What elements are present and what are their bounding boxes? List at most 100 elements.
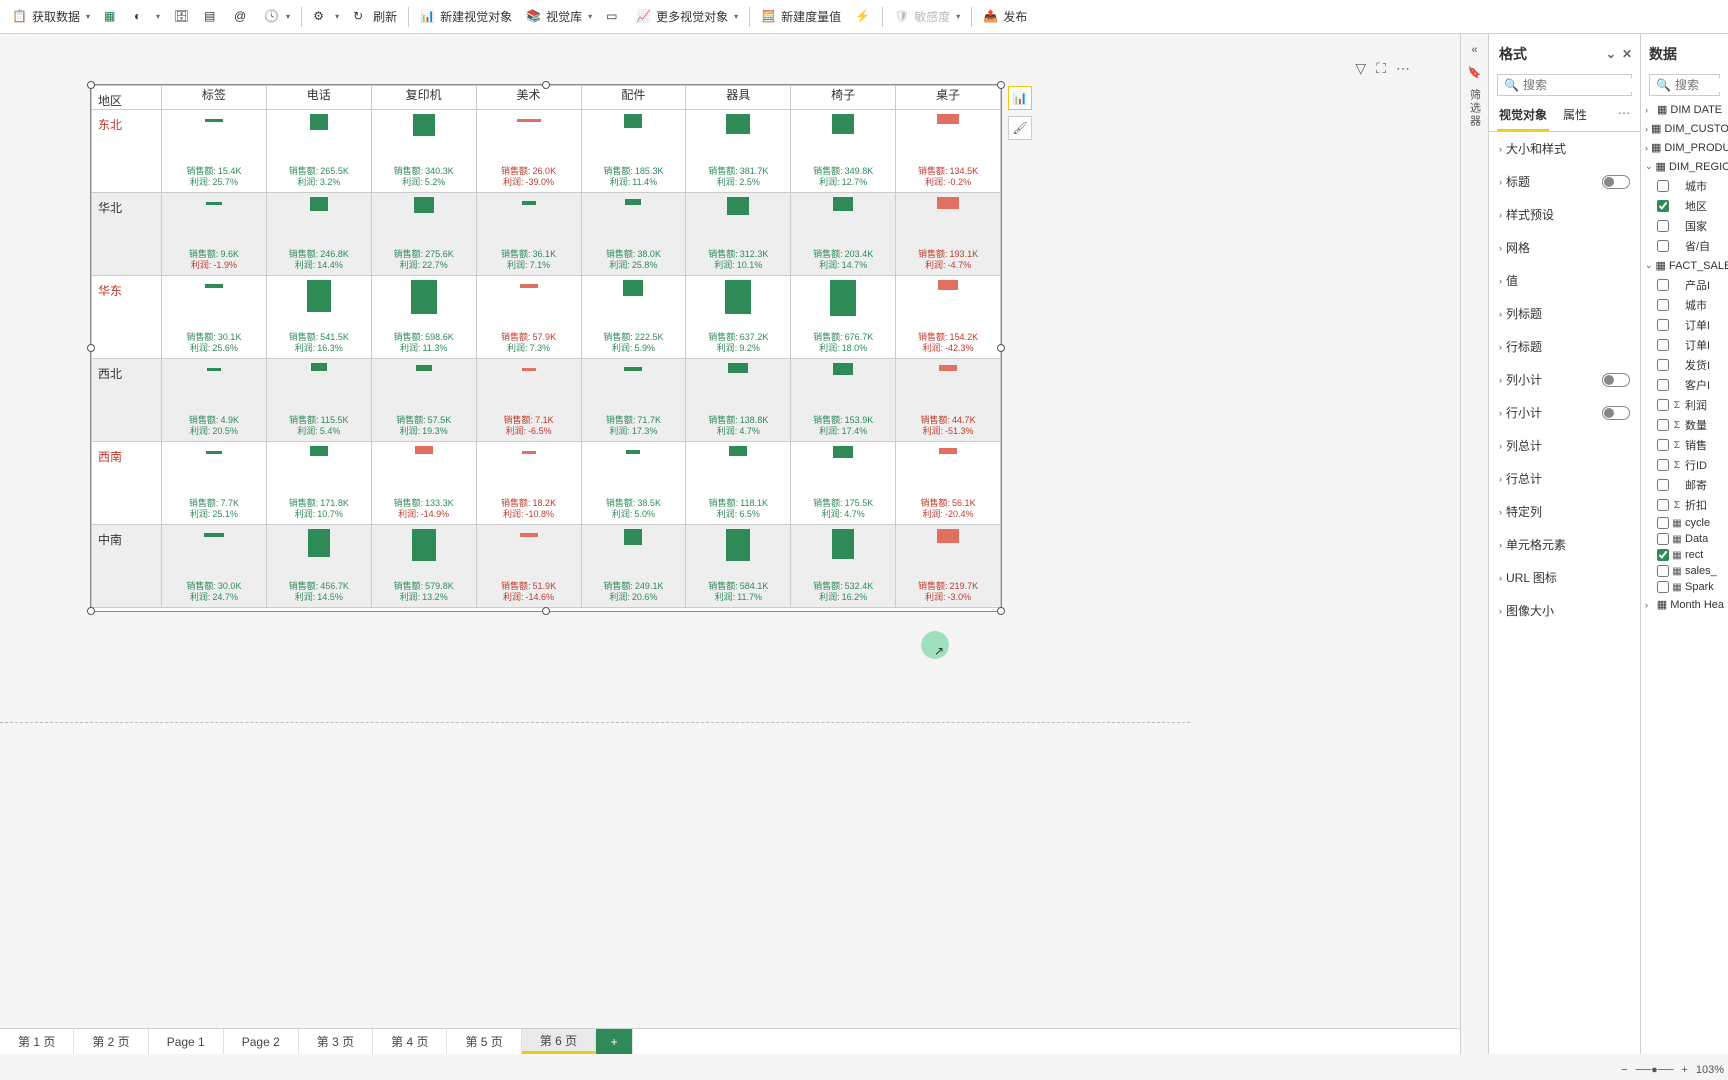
- page-tab[interactable]: 第 3 页: [299, 1029, 373, 1054]
- add-page-button[interactable]: +: [596, 1029, 633, 1054]
- matrix-visual[interactable]: 地区标签电话复印机美术配件器具椅子桌子东北销售额:15.4K利润:25.7%销售…: [90, 84, 1002, 612]
- field-row[interactable]: Σ折扣: [1641, 495, 1728, 515]
- visual-format-icon[interactable]: 🖌: [1008, 116, 1032, 140]
- resize-handle[interactable]: [997, 607, 1005, 615]
- field-row[interactable]: 订单I: [1641, 335, 1728, 355]
- zoom-out-icon[interactable]: −: [1621, 1064, 1627, 1076]
- bookmark-icon[interactable]: 🔖: [1468, 66, 1482, 79]
- more-visuals-button[interactable]: 📈更多视觉对象▾: [630, 4, 744, 29]
- table-row[interactable]: ›▦DIM DATE: [1641, 100, 1728, 119]
- field-checkbox[interactable]: [1657, 279, 1669, 291]
- field-checkbox[interactable]: [1657, 419, 1669, 431]
- tab-general[interactable]: 属性: [1561, 100, 1589, 131]
- field-checkbox[interactable]: [1657, 533, 1669, 545]
- format-section[interactable]: ›标题: [1489, 165, 1640, 198]
- excel-button[interactable]: ▦: [98, 5, 126, 29]
- dataverse-button[interactable]: @: [228, 5, 256, 29]
- field-row[interactable]: 客户I: [1641, 375, 1728, 395]
- canvas-area[interactable]: ▽ ⛶ ⋯ 地区标签电话复印机美术配件器具椅子桌子东北销售额:15.4K利润:2…: [0, 34, 1460, 1054]
- format-section[interactable]: ›单元格元素: [1489, 528, 1640, 561]
- field-row[interactable]: Σ利润: [1641, 395, 1728, 415]
- page-tab[interactable]: 第 5 页: [447, 1029, 521, 1054]
- zoom-slider[interactable]: ──●──: [1636, 1064, 1674, 1076]
- field-checkbox[interactable]: [1657, 581, 1669, 593]
- datahub-button[interactable]: ◐▾: [128, 5, 166, 29]
- visual-fields-icon[interactable]: 📊: [1008, 86, 1032, 110]
- quick-measure-button[interactable]: ⚡: [849, 5, 877, 29]
- resize-handle[interactable]: [87, 81, 95, 89]
- text-box-button[interactable]: ▭: [600, 5, 628, 29]
- more-tabs-icon[interactable]: ⋯: [1616, 100, 1632, 131]
- expand-filter-icon[interactable]: «: [1471, 44, 1477, 56]
- field-row[interactable]: ▦sales_: [1641, 563, 1728, 579]
- field-row[interactable]: 邮寄: [1641, 475, 1728, 495]
- field-checkbox[interactable]: [1657, 240, 1669, 252]
- enter-data-button[interactable]: ▤: [198, 5, 226, 29]
- field-row[interactable]: 城市: [1641, 295, 1728, 315]
- format-search[interactable]: 🔍: [1497, 74, 1632, 96]
- page-tab[interactable]: 第 6 页: [522, 1029, 596, 1054]
- format-section[interactable]: ›特定列: [1489, 495, 1640, 528]
- publish-button[interactable]: 📤发布: [977, 4, 1033, 29]
- field-checkbox[interactable]: [1657, 517, 1669, 529]
- field-checkbox[interactable]: [1657, 479, 1669, 491]
- recent-button[interactable]: 🕓▾: [258, 5, 296, 29]
- field-checkbox[interactable]: [1657, 459, 1669, 471]
- field-row[interactable]: 国家: [1641, 216, 1728, 236]
- focus-icon[interactable]: ⛶: [1376, 60, 1386, 77]
- field-row[interactable]: Σ销售: [1641, 435, 1728, 455]
- field-checkbox[interactable]: [1657, 565, 1669, 577]
- field-row[interactable]: ▦cycle: [1641, 515, 1728, 531]
- field-checkbox[interactable]: [1657, 399, 1669, 411]
- new-measure-button[interactable]: 🧮新建度量值: [755, 4, 847, 29]
- field-checkbox[interactable]: [1657, 359, 1669, 371]
- tab-visual[interactable]: 视觉对象: [1497, 100, 1549, 131]
- format-section[interactable]: ›行小计: [1489, 396, 1640, 429]
- page-tab[interactable]: 第 4 页: [373, 1029, 447, 1054]
- field-row[interactable]: 省/自: [1641, 236, 1728, 256]
- expand-icon[interactable]: ⌄: [1606, 47, 1616, 61]
- page-tab[interactable]: Page 2: [224, 1029, 299, 1054]
- table-row[interactable]: ›▦Month Hea: [1641, 595, 1728, 614]
- table-row[interactable]: ⌄▦DIM_REGIO: [1641, 157, 1728, 176]
- resize-handle[interactable]: [542, 607, 550, 615]
- toggle[interactable]: [1602, 175, 1630, 189]
- page-tab[interactable]: 第 2 页: [74, 1029, 148, 1054]
- field-checkbox[interactable]: [1657, 499, 1669, 511]
- transform-button[interactable]: ⚙▾: [307, 5, 345, 29]
- refresh-button[interactable]: ↻刷新: [347, 4, 403, 29]
- field-row[interactable]: Σ行ID: [1641, 455, 1728, 475]
- sql-button[interactable]: 🗄: [168, 5, 196, 29]
- resize-handle[interactable]: [87, 344, 95, 352]
- format-section[interactable]: ›值: [1489, 264, 1640, 297]
- field-row[interactable]: ▦Data: [1641, 531, 1728, 547]
- field-row[interactable]: ▦rect: [1641, 547, 1728, 563]
- format-section[interactable]: ›行总计: [1489, 462, 1640, 495]
- zoom-in-icon[interactable]: +: [1681, 1064, 1687, 1076]
- table-row[interactable]: ›▦DIM_PRODU: [1641, 138, 1728, 157]
- page-tab[interactable]: 第 1 页: [0, 1029, 74, 1054]
- format-section[interactable]: ›图像大小: [1489, 594, 1640, 627]
- toggle[interactable]: [1602, 406, 1630, 420]
- field-checkbox[interactable]: [1657, 200, 1669, 212]
- resize-handle[interactable]: [87, 607, 95, 615]
- close-icon[interactable]: ✕: [1622, 47, 1632, 61]
- field-row[interactable]: 城市: [1641, 176, 1728, 196]
- field-checkbox[interactable]: [1657, 379, 1669, 391]
- toggle[interactable]: [1602, 373, 1630, 387]
- field-checkbox[interactable]: [1657, 339, 1669, 351]
- format-section[interactable]: ›列标题: [1489, 297, 1640, 330]
- filter-icon[interactable]: ▽: [1355, 60, 1366, 77]
- field-row[interactable]: 订单I: [1641, 315, 1728, 335]
- field-row[interactable]: 产品I: [1641, 275, 1728, 295]
- field-checkbox[interactable]: [1657, 180, 1669, 192]
- new-visual-button[interactable]: 📊新建视觉对象: [414, 4, 518, 29]
- format-section[interactable]: ›URL 图标: [1489, 561, 1640, 594]
- format-section[interactable]: ›行标题: [1489, 330, 1640, 363]
- data-search-input[interactable]: [1675, 78, 1728, 92]
- field-row[interactable]: Σ数量: [1641, 415, 1728, 435]
- format-section[interactable]: ›列总计: [1489, 429, 1640, 462]
- field-row[interactable]: ▦Spark: [1641, 579, 1728, 595]
- field-checkbox[interactable]: [1657, 549, 1669, 561]
- resize-handle[interactable]: [997, 81, 1005, 89]
